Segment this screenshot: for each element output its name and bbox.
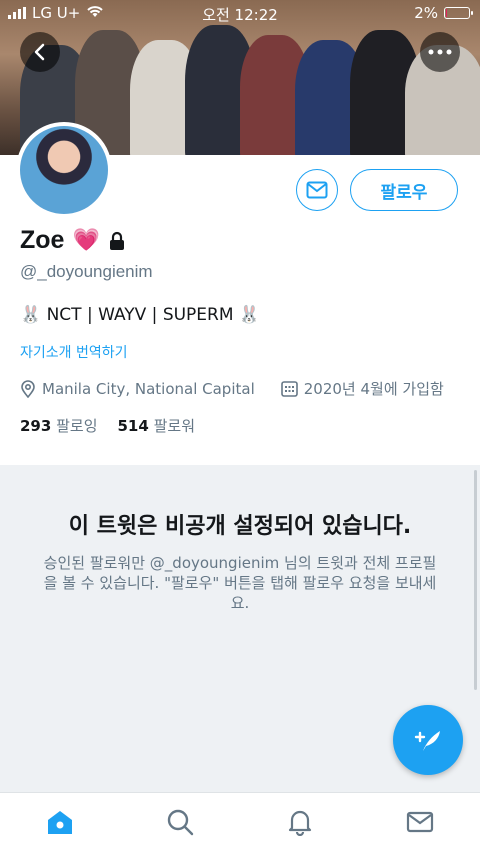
compose-tweet-button[interactable]: [393, 705, 463, 775]
followers-count: 514: [117, 417, 149, 435]
more-dots-icon: [428, 49, 452, 55]
scrollbar[interactable]: [474, 470, 477, 690]
profile-handle: @_doyoungienim: [20, 262, 153, 281]
following-link[interactable]: 293 팔로잉: [20, 415, 98, 436]
more-button[interactable]: [420, 32, 460, 72]
message-button[interactable]: [296, 169, 338, 211]
location-pin-icon: [21, 379, 35, 398]
private-notice-title: 이 트윗은 비공개 설정되어 있습니다.: [68, 514, 412, 539]
status-time: 오전 12:22: [202, 6, 278, 24]
status-right: 2%: [414, 4, 473, 22]
battery-icon: [444, 7, 473, 19]
private-notice-body: 승인된 팔로워만 @_doyoungienim 님의 트윗과 전체 프로필을 볼…: [43, 554, 437, 612]
follow-button[interactable]: 팔로우: [350, 169, 458, 211]
followers-label: 팔로워: [153, 417, 195, 435]
profile-bio: 🐰 NCT | WAYV | SUPERM 🐰: [20, 305, 261, 325]
bottom-tab-bar: [0, 792, 480, 854]
tab-messages[interactable]: [390, 797, 450, 847]
avatar[interactable]: [16, 122, 112, 218]
envelope-icon: [306, 181, 328, 199]
tab-home[interactable]: [30, 797, 90, 847]
following-label: 팔로잉: [56, 417, 98, 435]
mail-icon: [406, 811, 434, 832]
home-icon: [48, 810, 72, 834]
calendar-icon: [280, 381, 298, 397]
followers-link[interactable]: 514 팔로워: [118, 415, 196, 436]
profile-meta: Manila City, National Capital 2020년 4월에 …: [20, 378, 444, 399]
heart-emoji: 💗: [72, 228, 100, 253]
translate-bio-link[interactable]: 자기소개 번역하기: [20, 342, 128, 362]
battery-percent: 2%: [414, 4, 438, 22]
compose-feather-icon: [414, 731, 440, 751]
back-button[interactable]: [20, 32, 60, 72]
bell-icon: [288, 810, 312, 836]
profile-location: Manila City, National Capital: [42, 379, 255, 398]
search-icon: [167, 809, 194, 835]
follow-counts: 293 팔로잉 514 팔로워: [20, 415, 195, 436]
profile-joined: 2020년 4월에 가입함: [303, 380, 444, 398]
profile-name-row: Zoe 💗: [20, 226, 126, 255]
chevron-left-icon: [34, 43, 45, 61]
following-count: 293: [20, 417, 52, 435]
tab-search[interactable]: [150, 797, 210, 847]
status-bar: LG U+ 오전 12:22 2%: [0, 0, 480, 26]
tab-notifications[interactable]: [270, 797, 330, 847]
lock-icon: [109, 231, 124, 250]
profile-name: Zoe: [20, 226, 65, 254]
